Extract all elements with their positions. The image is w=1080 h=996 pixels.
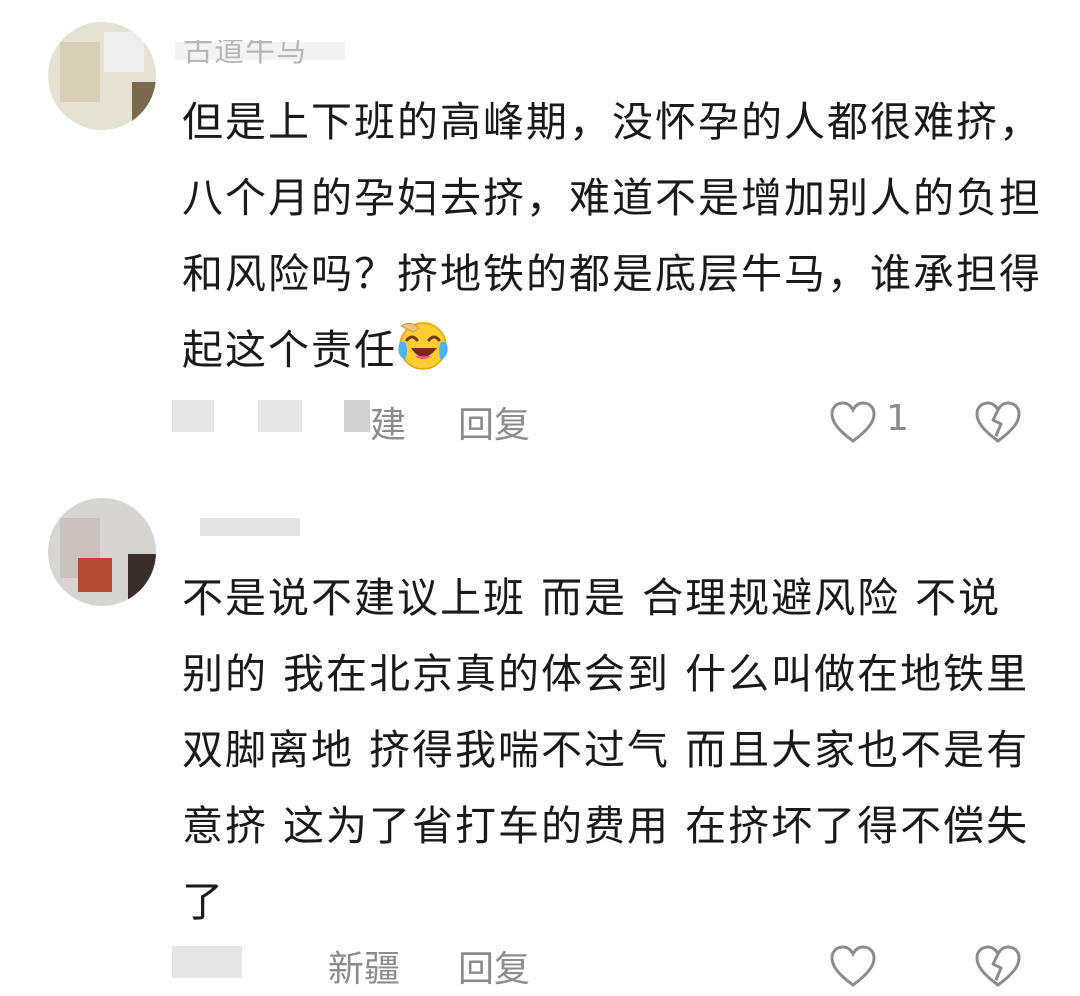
reply-button[interactable]: 回复 <box>458 396 530 448</box>
avatar[interactable] <box>48 22 156 130</box>
dislike-broken-heart-icon[interactable] <box>972 942 1024 992</box>
avatar[interactable] <box>48 498 156 606</box>
like-count: 1 <box>886 398 909 439</box>
like-heart-icon[interactable] <box>828 942 878 992</box>
laughing-crying-emoji-icon <box>398 322 448 370</box>
comment-text: 但是上下班的高峰期，没怀孕的人都很难挤，八个月的孕妇去挤，难道不是增加别人的负担… <box>182 84 1042 388</box>
comment-meta: 建 回复 1 <box>172 392 1052 452</box>
dislike-broken-heart-icon[interactable] <box>972 398 1024 448</box>
comment-text: 不是说不建议上班 而是 合理规避风险 不说别的 我在北京真的体会到 什么叫做在地… <box>182 574 1030 926</box>
comment-text-content: 但是上下班的高峰期，没怀孕的人都很难挤，八个月的孕妇去挤，难道不是增加别人的负担… <box>182 98 1042 374</box>
username[interactable]: 古道牛马 <box>183 40 307 70</box>
like-heart-icon[interactable] <box>828 398 878 448</box>
reply-button[interactable]: 回复 <box>458 940 530 992</box>
location-label: 新疆 <box>328 949 401 990</box>
comment-meta: 新疆 回复 <box>172 936 1052 996</box>
location-label: 建 <box>370 405 407 446</box>
